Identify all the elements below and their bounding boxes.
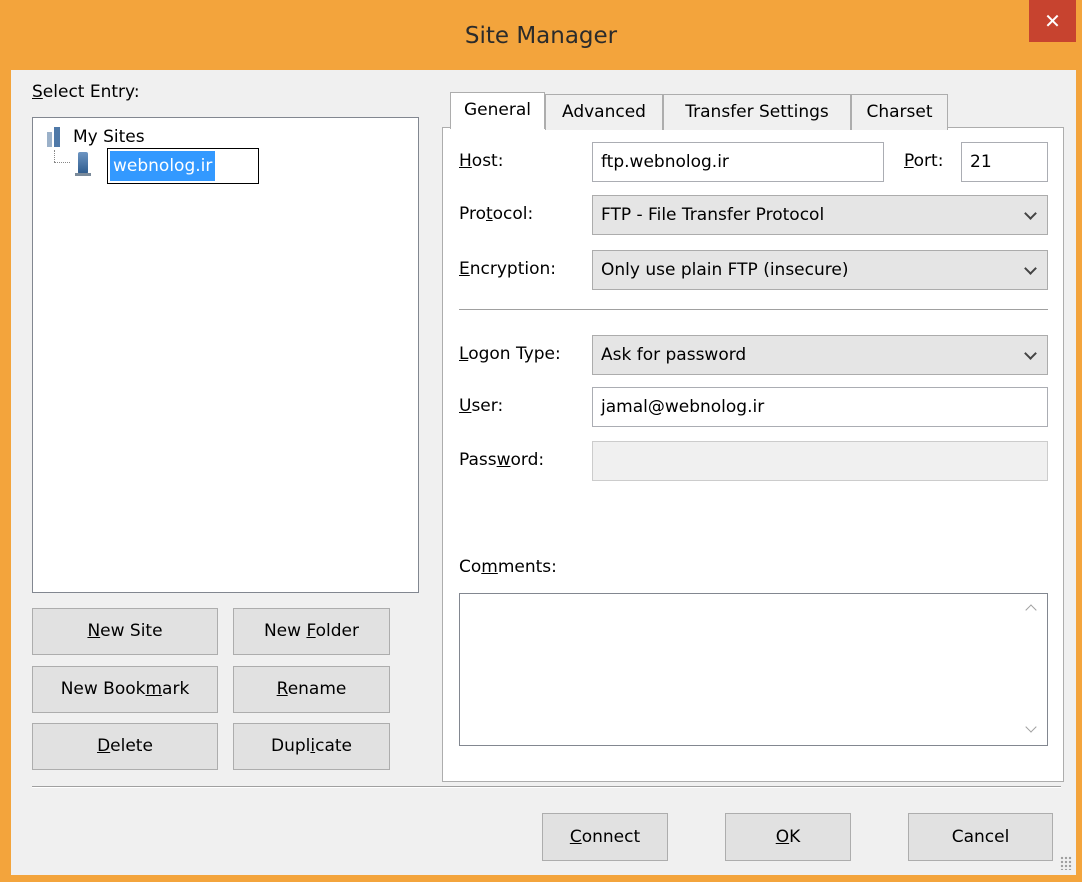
chevron-down-icon xyxy=(1024,262,1037,275)
connect-button[interactable]: Connect xyxy=(542,813,668,861)
protocol-value: FTP - File Transfer Protocol xyxy=(601,205,825,225)
new-bookmark-button[interactable]: New Bookmark xyxy=(32,666,218,713)
tree-item-label: My Sites xyxy=(73,127,145,147)
encryption-label: Encryption: xyxy=(459,259,557,279)
tab-charset[interactable]: Charset xyxy=(851,94,948,130)
protocol-label: Protocol: xyxy=(459,204,534,224)
tab-general[interactable]: General xyxy=(450,92,545,129)
duplicate-button[interactable]: Duplicate xyxy=(233,723,390,770)
tree-connector-horizontal xyxy=(54,162,70,163)
close-icon[interactable]: ✕ xyxy=(1029,0,1076,42)
user-field[interactable]: jamal@webnolog.ir xyxy=(592,387,1048,427)
server-icon xyxy=(75,152,91,176)
encryption-value: Only use plain FTP (insecure) xyxy=(601,260,849,280)
select-entry-label: Select Entry: xyxy=(32,82,140,102)
logon-type-value: Ask for password xyxy=(601,345,747,365)
tab-advanced[interactable]: Advanced xyxy=(545,94,663,130)
separator xyxy=(459,309,1048,311)
cancel-button[interactable]: Cancel xyxy=(908,813,1053,861)
logon-type-select[interactable]: Ask for password xyxy=(592,335,1048,375)
server-group-icon xyxy=(45,127,63,147)
chevron-down-icon xyxy=(1024,207,1037,220)
tree-item-my-sites[interactable]: My Sites xyxy=(45,124,145,150)
scroll-up-icon[interactable] xyxy=(1025,604,1037,616)
new-site-button[interactable]: New Site xyxy=(32,608,218,655)
site-rename-field[interactable]: webnolog.ir xyxy=(107,148,259,184)
window-title: Site Manager xyxy=(464,23,618,49)
protocol-select[interactable]: FTP - File Transfer Protocol xyxy=(592,195,1048,235)
site-tree[interactable]: My Sites webnolog.ir xyxy=(32,117,419,593)
logon-type-label: Logon Type: xyxy=(459,344,561,364)
comments-field[interactable] xyxy=(459,593,1048,746)
rename-button[interactable]: Rename xyxy=(233,666,390,713)
ok-button[interactable]: OK xyxy=(725,813,851,861)
password-label: Password: xyxy=(459,450,545,470)
footer-separator xyxy=(32,786,1061,788)
delete-button[interactable]: Delete xyxy=(32,723,218,770)
port-label: Port: xyxy=(904,151,944,171)
resize-grip-icon[interactable] xyxy=(1060,856,1072,870)
comments-label: Comments: xyxy=(459,557,557,577)
chevron-down-icon xyxy=(1024,347,1037,360)
title-bar: Site Manager ✕ xyxy=(0,0,1082,70)
tree-connector-vertical xyxy=(54,150,55,162)
dialog-client: Select Entry: My Sites webnolog.ir New S… xyxy=(11,70,1076,875)
new-folder-button[interactable]: New Folder xyxy=(233,608,390,655)
password-field xyxy=(592,441,1048,481)
user-label: User: xyxy=(459,396,504,416)
scroll-down-icon[interactable] xyxy=(1025,721,1037,733)
host-field[interactable]: ftp.webnolog.ir xyxy=(592,142,884,182)
port-field[interactable]: 21 xyxy=(961,142,1048,182)
encryption-select[interactable]: Only use plain FTP (insecure) xyxy=(592,250,1048,290)
host-label: Host: xyxy=(459,151,504,171)
site-rename-text[interactable]: webnolog.ir xyxy=(110,151,216,181)
tab-transfer-settings[interactable]: Transfer Settings xyxy=(663,94,851,130)
